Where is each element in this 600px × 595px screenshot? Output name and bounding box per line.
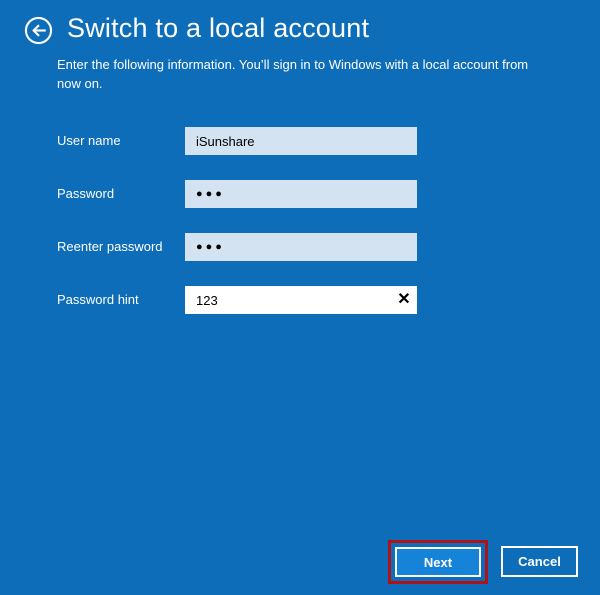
next-button[interactable]: Next [395, 547, 481, 577]
subtitle-line-2: now on. [57, 76, 103, 91]
reenter-password-label: Reenter password [57, 239, 163, 254]
username-input[interactable] [185, 127, 417, 155]
password-input[interactable] [185, 180, 417, 208]
password-hint-input[interactable] [185, 286, 417, 314]
password-hint-label: Password hint [57, 292, 139, 307]
username-label: User name [57, 133, 121, 148]
clear-input-icon[interactable]: ✕ [391, 286, 417, 314]
cancel-button[interactable]: Cancel [501, 546, 578, 577]
page-title: Switch to a local account [67, 13, 370, 43]
reenter-password-input[interactable] [185, 233, 417, 261]
page-subtitle: Enter the following information. You’ll … [57, 55, 528, 93]
subtitle-line-1: Enter the following information. You’ll … [57, 57, 529, 72]
form-row-username: User name [57, 127, 422, 155]
next-button-red-highlight: Next [388, 540, 488, 584]
form-row-reenter-password: Reenter password [57, 233, 422, 261]
switch-to-local-account-screen: Switch to a local account Enter the foll… [0, 0, 600, 595]
back-button[interactable] [24, 16, 53, 45]
form-row-password: Password [57, 180, 422, 208]
back-arrow-icon [24, 16, 53, 45]
password-label: Password [57, 186, 115, 201]
form-row-password-hint: Password hint ✕ [57, 286, 422, 314]
